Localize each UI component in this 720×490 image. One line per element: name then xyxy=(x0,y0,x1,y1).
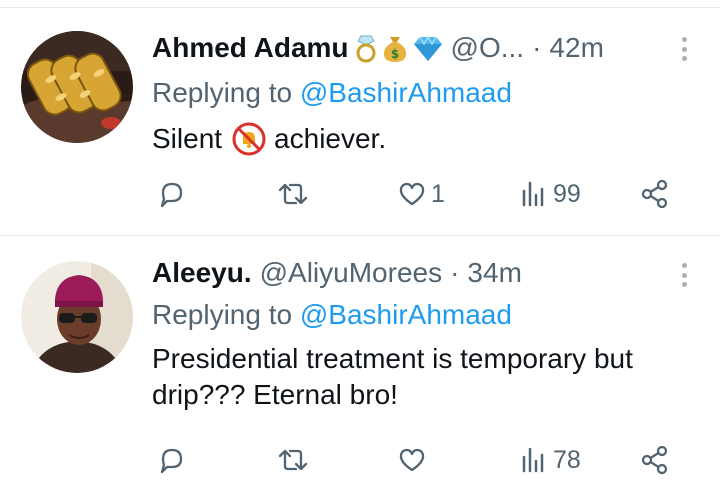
ring-icon xyxy=(355,33,377,63)
tweet-header: Aleeyu. @AliyuMorees · 34m xyxy=(152,256,670,290)
action-bar: 78 xyxy=(0,440,720,480)
like-button[interactable] xyxy=(397,440,427,480)
avatar[interactable] xyxy=(21,261,133,373)
replying-to: Replying to @BashirAhmaad xyxy=(152,76,512,110)
mention-link[interactable]: @BashirAhmaad xyxy=(300,77,512,108)
tweet-text-part: Silent xyxy=(152,123,223,154)
reply-button[interactable] xyxy=(157,174,187,214)
separator-dot: · xyxy=(532,32,542,63)
speech-bubble-icon xyxy=(157,179,187,209)
share-button[interactable] xyxy=(639,440,671,480)
vertical-ellipsis-icon[interactable] xyxy=(680,35,688,63)
replying-to-label: Replying to xyxy=(152,77,293,108)
heart-icon xyxy=(397,179,427,209)
tweet-reply[interactable]: Ahmed Adamu $ @O... · 42m Replying to @B… xyxy=(0,9,720,236)
mention-link[interactable]: @BashirAhmaad xyxy=(300,299,512,330)
retweet-icon xyxy=(276,445,310,475)
vertical-ellipsis-icon[interactable] xyxy=(680,261,688,289)
svg-text:$: $ xyxy=(390,47,398,61)
tweet-header: Ahmed Adamu $ @O... · 42m xyxy=(152,31,670,65)
timestamp[interactable]: 42m xyxy=(549,31,603,65)
name-emojis: $ xyxy=(355,33,443,63)
retweet-button[interactable] xyxy=(276,440,310,480)
view-count: 78 xyxy=(553,445,581,474)
view-count: 99 xyxy=(553,179,581,208)
share-button[interactable] xyxy=(639,174,671,214)
replying-to-label: Replying to xyxy=(152,299,293,330)
heart-icon xyxy=(397,445,427,475)
separator-dot: · xyxy=(450,257,460,288)
bar-chart-icon xyxy=(519,179,549,209)
tweet-text: Presidential treatment is temporary but … xyxy=(152,343,633,410)
tweet-text: Silent achiever. xyxy=(152,121,680,157)
gem-icon xyxy=(413,34,443,62)
display-name[interactable]: Ahmed Adamu xyxy=(152,31,349,65)
share-icon xyxy=(639,444,671,476)
like-count: 1 xyxy=(431,179,445,208)
retweet-icon xyxy=(276,179,310,209)
user-handle[interactable]: @AliyuMorees xyxy=(260,256,442,290)
tweet-reply[interactable]: Aleeyu. @AliyuMorees · 34m Replying to @… xyxy=(0,237,720,490)
replying-to: Replying to @BashirAhmaad xyxy=(152,298,512,332)
tweet-text-part: achiever. xyxy=(274,123,387,154)
no-bell-icon xyxy=(232,122,266,156)
retweet-button[interactable] xyxy=(276,174,310,214)
views-button[interactable]: 99 xyxy=(519,174,581,214)
display-name[interactable]: Aleeyu. xyxy=(152,256,252,290)
views-button[interactable]: 78 xyxy=(519,440,581,480)
action-bar: 1 99 xyxy=(0,174,720,214)
share-icon xyxy=(639,178,671,210)
reply-button[interactable] xyxy=(157,440,187,480)
speech-bubble-icon xyxy=(157,445,187,475)
user-handle[interactable]: @O... xyxy=(451,31,525,65)
like-button[interactable]: 1 xyxy=(397,174,445,214)
avatar[interactable] xyxy=(21,31,133,143)
timestamp[interactable]: 34m xyxy=(467,256,521,290)
money-bag-icon: $ xyxy=(381,33,409,63)
bar-chart-icon xyxy=(519,445,549,475)
top-divider xyxy=(0,0,720,8)
